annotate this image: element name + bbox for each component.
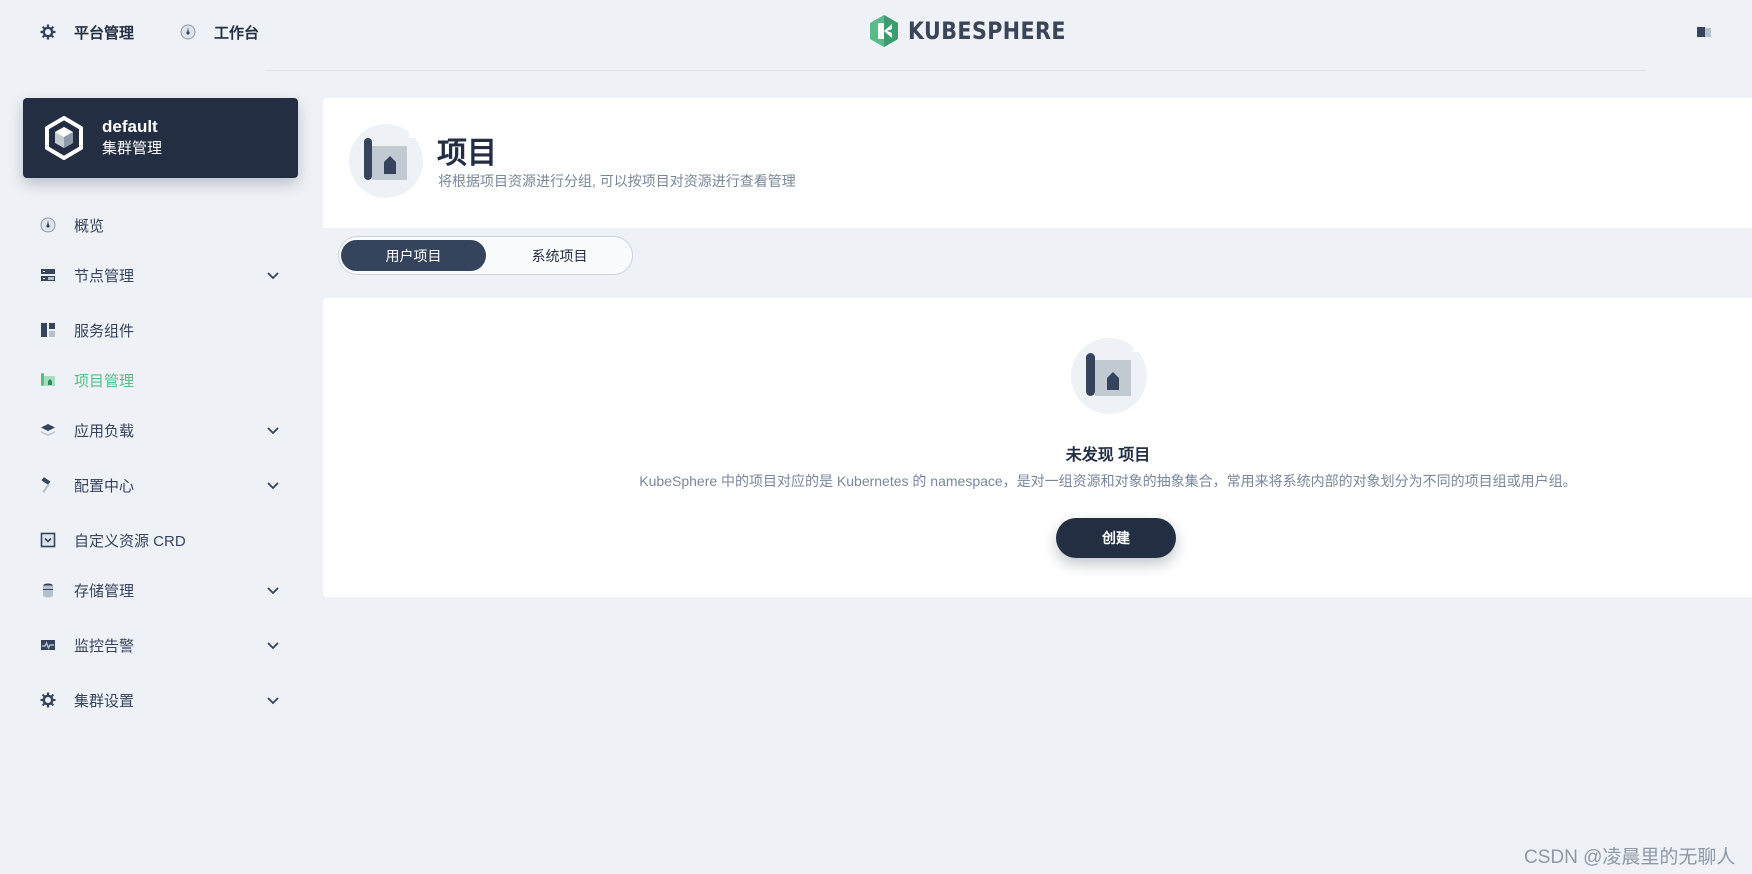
dashboard-icon — [40, 217, 56, 233]
platform-management-label: 平台管理 — [74, 24, 135, 42]
top-navbar: 平台管理 工作台 KUBESPHERE — [0, 0, 1752, 71]
page-description: 将根据项目资源进行分组, 可以按项目对资源进行查看管理 — [438, 173, 796, 189]
project-icon — [40, 372, 56, 388]
topbar-divider — [265, 70, 1645, 71]
page-title: 项目 — [437, 137, 497, 170]
sidebar-item-label: 概览 — [74, 217, 105, 235]
kubesphere-logo-icon — [870, 15, 898, 47]
cluster-subtitle: 集群管理 — [102, 140, 163, 157]
workloads-icon — [40, 422, 56, 438]
sidebar-item-monitoring[interactable]: 监控告警 — [40, 633, 280, 657]
workbench-label: 工作台 — [214, 24, 260, 42]
project-type-tabs: 用户项目 系统项目 — [338, 236, 633, 275]
sidebar-item-projects[interactable]: 项目管理 — [40, 368, 280, 392]
chevron-down-icon[interactable] — [266, 638, 280, 652]
empty-state-card: 未发现 项目 KubeSphere 中的项目对应的是 Kubernetes 的 … — [323, 298, 1752, 597]
cluster-icon — [45, 116, 83, 160]
book-icon[interactable] — [1696, 24, 1712, 40]
gear-icon — [40, 24, 56, 40]
cluster-info: default 集群管理 — [102, 116, 162, 160]
sidebar-item-label: 节点管理 — [74, 267, 135, 285]
workbench-link[interactable]: 工作台 — [180, 20, 259, 44]
logo-text: KUBESPHERE — [908, 17, 1066, 45]
sidebar-item-cluster-settings[interactable]: 集群设置 — [40, 688, 280, 712]
components-icon — [40, 322, 56, 338]
chevron-down-icon[interactable] — [266, 423, 280, 437]
gear-icon — [40, 692, 56, 708]
chevron-down-icon[interactable] — [266, 693, 280, 707]
sidebar-item-label: 项目管理 — [74, 372, 135, 390]
sidebar-item-label: 监控告警 — [74, 637, 135, 655]
project-icon — [1071, 338, 1147, 414]
page-header: 项目 将根据项目资源进行分组, 可以按项目对资源进行查看管理 — [323, 98, 1752, 228]
cluster-name: default — [102, 117, 158, 136]
project-icon — [349, 124, 423, 198]
watermark: CSDN @凌晨里的无聊人 — [1524, 847, 1736, 868]
chevron-down-icon[interactable] — [266, 478, 280, 492]
create-project-button[interactable]: 创建 — [1056, 518, 1176, 558]
sidebar-item-label: 集群设置 — [74, 692, 135, 710]
sidebar-item-components[interactable]: 服务组件 — [40, 318, 280, 342]
empty-state-description: KubeSphere 中的项目对应的是 Kubernetes 的 namespa… — [639, 473, 1577, 489]
sidebar-item-label: 存储管理 — [74, 582, 135, 600]
sidebar-item-label: 应用负载 — [74, 422, 135, 440]
crd-icon — [40, 532, 56, 548]
sidebar-item-label: 服务组件 — [74, 322, 135, 340]
monitoring-icon — [40, 637, 56, 653]
tab-user-projects[interactable]: 用户项目 — [341, 240, 486, 271]
nodes-icon — [40, 267, 56, 283]
dashboard-icon — [180, 24, 196, 40]
sidebar-item-label: 配置中心 — [74, 477, 135, 495]
sidebar-item-overview[interactable]: 概览 — [40, 213, 280, 237]
sidebar-item-workloads[interactable]: 应用负载 — [40, 418, 280, 442]
kubesphere-logo[interactable]: KUBESPHERE — [868, 14, 1092, 48]
sidebar-item-label: 自定义资源 CRD — [74, 532, 186, 550]
empty-state-title: 未发现 项目 — [1065, 447, 1151, 464]
chevron-down-icon[interactable] — [266, 268, 280, 282]
sidebar-item-config-center[interactable]: 配置中心 — [40, 473, 280, 497]
tabs-bar: 用户项目 系统项目 — [323, 228, 1752, 284]
sidebar-item-storage[interactable]: 存储管理 — [40, 578, 280, 602]
hammer-icon — [40, 477, 56, 493]
sidebar-item-nodes[interactable]: 节点管理 — [40, 263, 280, 287]
storage-icon — [40, 582, 56, 598]
cluster-switcher-card[interactable]: default 集群管理 — [23, 98, 298, 178]
platform-management-link[interactable]: 平台管理 — [40, 20, 134, 44]
chevron-down-icon[interactable] — [266, 583, 280, 597]
sidebar-item-crd[interactable]: 自定义资源 CRD — [40, 528, 280, 552]
tab-system-projects[interactable]: 系统项目 — [487, 240, 632, 271]
